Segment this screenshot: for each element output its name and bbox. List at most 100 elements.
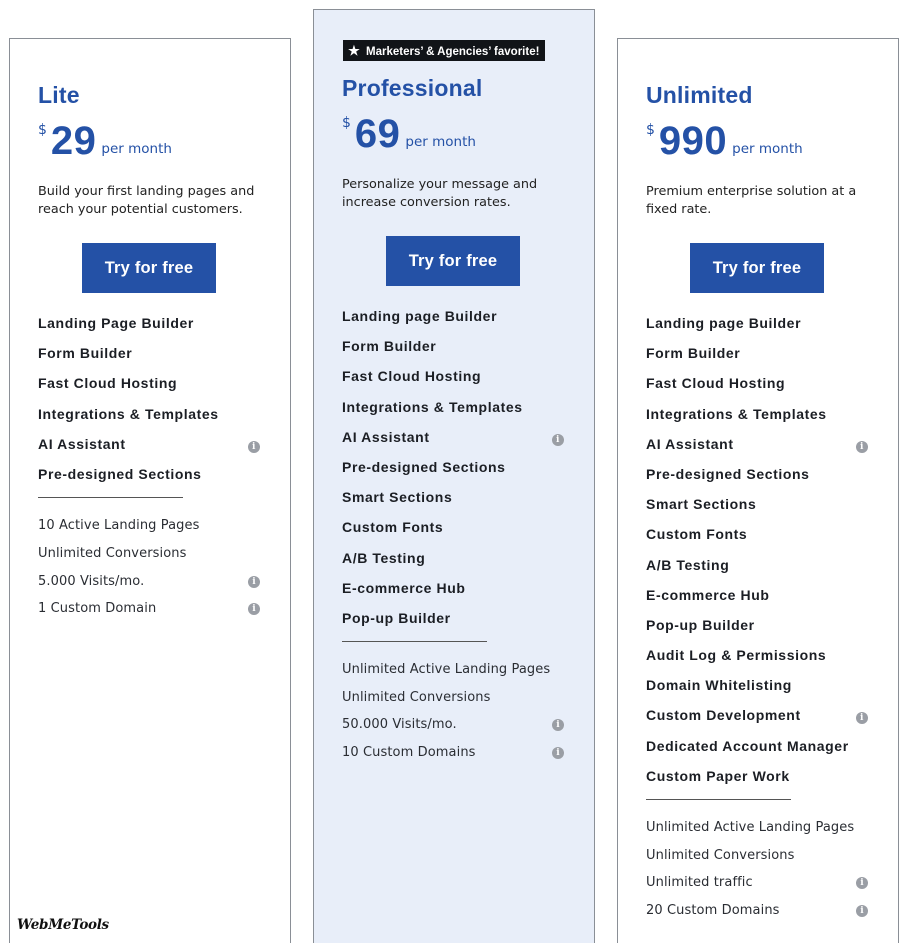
limit-item-label: Unlimited Conversions [38, 545, 187, 561]
limit-item: Unlimited Active Landing Pages [646, 820, 870, 848]
feature-item: Pre-designed Sections [342, 458, 566, 488]
plan-description: Personalize your message and increase co… [342, 177, 538, 211]
limit-item-label: Unlimited Conversions [646, 847, 795, 863]
feature-item: E-commerce Hub [646, 586, 870, 616]
feature-item: Audit Log & Permissions [646, 646, 870, 676]
feature-item-label: Pop-up Builder [342, 609, 451, 626]
info-icon[interactable]: i [552, 433, 564, 446]
feature-item-label: Custom Fonts [342, 519, 444, 536]
info-icon[interactable]: i [856, 440, 868, 453]
info-icon[interactable]: i [552, 719, 564, 732]
watermark-logo: WebMeTools [17, 917, 109, 933]
price: $ 990 per month [646, 119, 870, 163]
feature-item-label: Domain Whitelisting [646, 677, 792, 694]
feature-item-label: Pre-designed Sections [342, 458, 506, 475]
feature-item: Dedicated Account Manager [646, 737, 870, 767]
limit-item: Unlimited Conversions [646, 848, 870, 876]
limit-item: Unlimited Conversions [342, 690, 566, 718]
feature-item-label: Landing page Builder [342, 308, 498, 324]
try-for-free-button[interactable]: Try for free [82, 243, 216, 293]
limit-item: 1 Custom Domain i [38, 601, 262, 629]
feature-item: Landing page Builder [646, 314, 870, 344]
feature-item: Smart Sections [342, 488, 566, 518]
feature-item: A/B Testing [646, 556, 870, 586]
feature-item-label: Custom Development [646, 707, 801, 724]
feature-item: Form Builder [38, 344, 262, 374]
limit-item-label: 10 Custom Domains [342, 745, 476, 761]
feature-list: Landing Page Builder Form Builder Fast Clo… [38, 314, 262, 495]
feature-item: Custom Fonts [646, 525, 870, 555]
limit-item-label: 1 Custom Domain [38, 601, 157, 617]
info-icon[interactable]: i [248, 440, 260, 453]
feature-item-label: Fast Cloud Hosting [646, 375, 786, 392]
feature-item-label: Pre-designed Sections [38, 465, 202, 482]
star-icon: ★ [348, 43, 360, 58]
limit-item-label: Unlimited Active Landing Pages [646, 820, 855, 835]
limit-item: 10 Active Landing Pages [38, 518, 262, 546]
feature-item: Custom Paper Work [646, 767, 870, 797]
plan-card-unlimited: Unlimited $ 990 per month Premium enterp… [617, 38, 899, 943]
try-for-free-button[interactable]: Try for free [690, 243, 824, 293]
limit-item-label: Unlimited Conversions [342, 689, 491, 705]
info-icon[interactable]: i [856, 712, 868, 725]
feature-item-label: Custom Paper Work [646, 767, 790, 784]
feature-item-label: A/B Testing [646, 556, 730, 573]
feature-item-label: Pre-designed Sections [646, 465, 810, 482]
feature-item-label: Integrations & Templates [646, 405, 827, 422]
badge-label: Marketers’ & Agencies’ favorite! [366, 46, 540, 58]
feature-item-label: Dedicated Account Manager [646, 737, 849, 754]
limit-item-label: 50.000 Visits/mo. [342, 717, 457, 733]
divider [342, 641, 487, 643]
price-period: per month [732, 141, 803, 157]
plan-description: Build your first landing pages and reach… [38, 184, 255, 218]
feature-item: E-commerce Hub [342, 579, 566, 609]
info-icon[interactable]: i [248, 603, 260, 616]
plan-card-lite: Lite $ 29 per month Build your first lan… [9, 38, 291, 943]
info-icon[interactable]: i [856, 877, 868, 890]
try-for-free-button[interactable]: Try for free [386, 236, 520, 286]
feature-item-label: Fast Cloud Hosting [38, 375, 178, 392]
limit-item: Unlimited Active Landing Pages [342, 662, 566, 690]
feature-item: Integrations & Templates [646, 405, 870, 435]
limits-list: 10 Active Landing Pages Unlimited Convers… [38, 518, 262, 629]
limit-item: 50.000 Visits/mo. i [342, 717, 566, 745]
feature-item: Fast Cloud Hosting [646, 374, 870, 404]
price: $ 29 per month [38, 119, 262, 163]
favorite-badge: ★ Marketers’ & Agencies’ favorite! [343, 40, 546, 61]
limit-item: 5.000 Visits/mo. i [38, 574, 262, 602]
feature-item: Fast Cloud Hosting [38, 374, 262, 404]
limits-list: Unlimited Active Landing Pages Unlimited … [646, 820, 870, 931]
feature-item: Fast Cloud Hosting [342, 367, 566, 397]
feature-item: Pre-designed Sections [646, 465, 870, 495]
feature-item: Domain Whitelisting [646, 676, 870, 706]
info-icon[interactable]: i [856, 905, 868, 918]
limit-item: 20 Custom Domains i [646, 903, 870, 931]
feature-item: Custom Development i [646, 706, 870, 736]
feature-item-label: Smart Sections [646, 496, 757, 513]
feature-item-label: Pop-up Builder [646, 616, 755, 633]
plan-name: Professional [342, 75, 483, 101]
currency-symbol: $ [38, 122, 47, 138]
feature-item: Integrations & Templates [342, 398, 566, 428]
divider [646, 799, 791, 800]
price-amount: 69 [354, 112, 401, 156]
plan-card-professional: ★ Marketers’ & Agencies’ favorite! Profes… [313, 9, 595, 943]
plan-name: Unlimited [646, 82, 753, 108]
plan-description: Premium enterprise solution at a fixed r… [646, 184, 857, 218]
feature-item-label: Audit Log & Permissions [646, 647, 827, 664]
feature-item: Form Builder [342, 337, 566, 367]
limit-item-label: 20 Custom Domains [646, 903, 780, 919]
limit-item: Unlimited Conversions [38, 546, 262, 574]
feature-item-label: Integrations & Templates [38, 405, 219, 422]
feature-item-label: Fast Cloud Hosting [342, 368, 482, 385]
limit-item-label: 5.000 Visits/mo. [38, 573, 145, 589]
feature-item: Pop-up Builder [342, 609, 566, 639]
info-icon[interactable]: i [552, 747, 564, 760]
price-period: per month [405, 134, 476, 150]
info-icon[interactable]: i [248, 575, 260, 588]
feature-item: Landing page Builder [342, 307, 566, 337]
limits-list: Unlimited Active Landing Pages Unlimited … [342, 662, 566, 773]
feature-item: AI Assistant i [342, 428, 566, 458]
feature-item: Smart Sections [646, 495, 870, 525]
divider [38, 497, 183, 499]
